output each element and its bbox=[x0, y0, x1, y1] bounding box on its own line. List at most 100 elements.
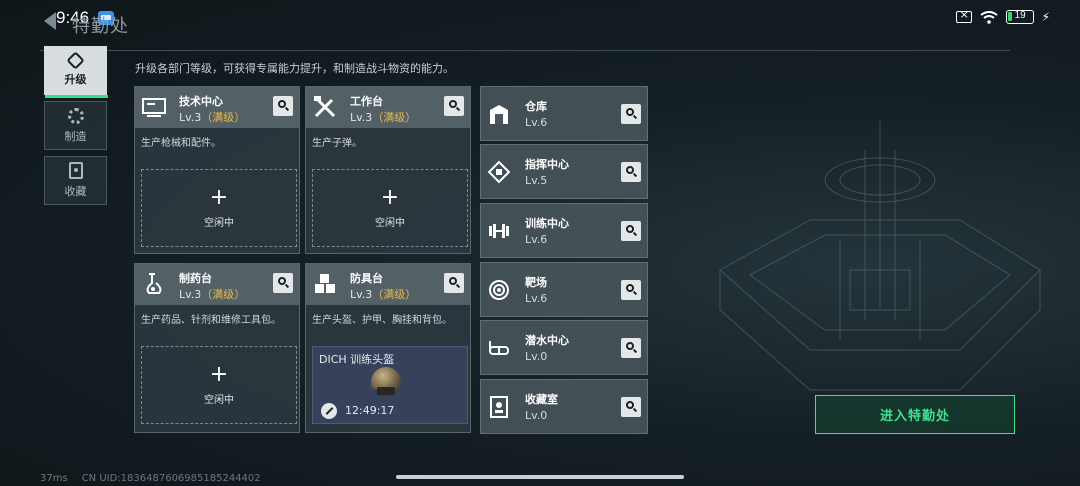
facility-level: Lv.6 bbox=[525, 116, 548, 129]
upgrade-icon bbox=[66, 51, 85, 70]
charging-icon: ⚡ bbox=[1041, 10, 1050, 24]
search-handle bbox=[632, 348, 638, 354]
station-level: Lv.3（满级） bbox=[350, 286, 416, 302]
inspect-button[interactable] bbox=[444, 273, 464, 293]
facility-collection-room[interactable]: 收藏室 Lv.0 bbox=[480, 379, 648, 434]
station-name: 技术中心 bbox=[179, 95, 223, 108]
slot-status: 空闲中 bbox=[204, 394, 234, 406]
search-handle bbox=[632, 407, 638, 413]
production-slot[interactable]: + 空闲中 bbox=[141, 169, 297, 247]
gear-icon bbox=[67, 107, 84, 124]
add-icon: + bbox=[209, 361, 229, 387]
level-value: Lv.3 bbox=[350, 111, 373, 124]
tab-label: 收藏 bbox=[64, 185, 87, 198]
collection-icon bbox=[68, 162, 83, 179]
home-indicator[interactable] bbox=[396, 475, 684, 479]
card-header: 工作台 Lv.3（满级） bbox=[306, 87, 470, 128]
facility-level: Lv.5 bbox=[525, 174, 548, 187]
facility-diving-center[interactable]: 潜水中心 Lv.0 bbox=[480, 320, 648, 375]
diving-goggles-icon bbox=[489, 341, 509, 355]
crafting-item-name: DICH 训练头盔 bbox=[319, 353, 395, 366]
collection-room-icon bbox=[490, 396, 508, 418]
station-description: 生产头盔、护甲、胸挂和背包。 bbox=[312, 315, 452, 326]
card-header: 技术中心 Lv.3（满级） bbox=[135, 87, 299, 128]
crafting-slot[interactable]: DICH 训练头盔 12:49:17 bbox=[312, 346, 468, 424]
inspect-button[interactable] bbox=[273, 96, 293, 116]
search-handle bbox=[284, 283, 290, 289]
facility-warehouse[interactable]: 仓库 Lv.6 bbox=[480, 86, 648, 141]
network-ping: 37ms bbox=[40, 473, 68, 484]
armor-bench-icon bbox=[315, 274, 335, 293]
station-description: 生产枪械和配件。 bbox=[141, 138, 221, 149]
tab-upgrade[interactable]: 升级 bbox=[44, 46, 108, 98]
facility-level: Lv.0 bbox=[525, 350, 548, 363]
header-divider bbox=[40, 50, 1010, 51]
inspect-button[interactable] bbox=[621, 104, 641, 124]
facility-command-center[interactable]: 指挥中心 Lv.5 bbox=[480, 144, 648, 199]
tab-label: 制造 bbox=[64, 129, 87, 143]
search-handle bbox=[632, 290, 638, 296]
inspect-button[interactable] bbox=[621, 338, 641, 358]
search-handle bbox=[284, 106, 290, 112]
card-header: 防具台 Lv.3（满级） bbox=[306, 264, 470, 305]
max-level-tag: （满级） bbox=[201, 288, 246, 301]
slot-status: 空闲中 bbox=[204, 217, 234, 229]
dumbbell-icon bbox=[489, 224, 509, 238]
level-value: Lv.3 bbox=[179, 288, 202, 301]
production-slot[interactable]: + 空闲中 bbox=[312, 169, 468, 247]
search-handle bbox=[632, 114, 638, 120]
inspect-button[interactable] bbox=[444, 96, 464, 116]
search-handle bbox=[455, 283, 461, 289]
warehouse-icon bbox=[490, 105, 508, 124]
max-level-tag: （满级） bbox=[372, 111, 417, 124]
workbench-icon bbox=[314, 96, 336, 118]
status-bar: 9:46 19 ⚡ bbox=[0, 0, 1080, 36]
headquarters-wireframe bbox=[719, 120, 1041, 391]
facility-training-center[interactable]: 训练中心 Lv.6 bbox=[480, 203, 648, 258]
search-handle bbox=[455, 106, 461, 112]
back-icon[interactable] bbox=[44, 12, 56, 30]
add-icon: + bbox=[209, 184, 229, 210]
no-sim-icon bbox=[955, 8, 972, 23]
station-name: 制药台 bbox=[179, 272, 212, 285]
max-level-tag: （满级） bbox=[201, 111, 246, 124]
facility-name: 指挥中心 bbox=[525, 158, 569, 171]
footer-info: 37ms CN UID:1836487606985185244402 bbox=[40, 473, 261, 484]
facility-level: Lv.6 bbox=[525, 292, 548, 305]
player-uid: CN UID:1836487606985185244402 bbox=[81, 473, 261, 484]
facility-shooting-range[interactable]: 靶场 Lv.6 bbox=[480, 262, 648, 317]
station-card-tech-center[interactable]: 技术中心 Lv.3（满级） 生产枪械和配件。 + 空闲中 bbox=[134, 86, 300, 254]
max-level-tag: （满级） bbox=[372, 288, 417, 301]
battery-text: 19 bbox=[1014, 10, 1026, 21]
inspect-button[interactable] bbox=[273, 273, 293, 293]
station-name: 工作台 bbox=[350, 95, 383, 108]
tab-craft[interactable]: 制造 bbox=[44, 101, 107, 150]
slot-status: 空闲中 bbox=[375, 217, 405, 229]
inspect-button[interactable] bbox=[621, 280, 641, 300]
enter-headquarters-button[interactable]: 进入特勤处 bbox=[815, 395, 1015, 434]
page-title: 特勤处 bbox=[72, 16, 129, 37]
tab-collection[interactable]: 收藏 bbox=[44, 156, 107, 205]
production-slot[interactable]: + 空闲中 bbox=[141, 346, 297, 424]
pharmacy-icon bbox=[146, 273, 162, 294]
inspect-button[interactable] bbox=[621, 397, 641, 417]
inspect-button[interactable] bbox=[621, 221, 641, 241]
status-icons: 19 ⚡ bbox=[955, 8, 1050, 24]
station-card-armor-bench[interactable]: 防具台 Lv.3（满级） 生产头盔、护甲、胸挂和背包。 DICH 训练头盔 12… bbox=[305, 263, 471, 433]
level-value: Lv.3 bbox=[179, 111, 202, 124]
facility-name: 训练中心 bbox=[525, 217, 569, 230]
facility-name: 靶场 bbox=[525, 276, 547, 289]
facility-name: 仓库 bbox=[525, 100, 547, 113]
station-card-workbench[interactable]: 工作台 Lv.3（满级） 生产子弹。 + 空闲中 bbox=[305, 86, 471, 254]
crafting-timer: 12:49:17 bbox=[345, 404, 395, 417]
facility-level: Lv.0 bbox=[525, 409, 548, 422]
facility-level: Lv.6 bbox=[525, 233, 548, 246]
page-subtitle: 升级各部门等级，可获得专属能力提升，和制造战斗物资的能力。 bbox=[135, 62, 454, 75]
battery-fill bbox=[1007, 12, 1012, 21]
inspect-button[interactable] bbox=[621, 162, 641, 182]
battery-icon: 19 bbox=[1005, 10, 1034, 24]
level-value: Lv.3 bbox=[350, 288, 373, 301]
station-description: 生产子弹。 bbox=[312, 138, 362, 149]
station-card-pharmacy[interactable]: 制药台 Lv.3（满级） 生产药品、针剂和维修工具包。 + 空闲中 bbox=[134, 263, 300, 433]
add-icon: + bbox=[380, 184, 400, 210]
